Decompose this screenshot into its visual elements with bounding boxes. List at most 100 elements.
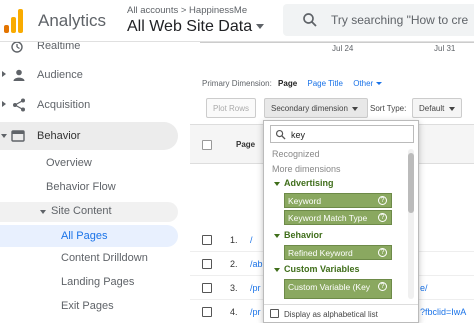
left-nav: Realtime Audience Acquisition Behavior O… (0, 42, 190, 323)
group-advertising[interactable]: Advertising (274, 178, 334, 188)
secondary-dimension-dropdown: Recognized More dimensions Advertising K… (263, 120, 419, 323)
nav-label: Site Content (51, 205, 112, 217)
dimension-search-field[interactable] (270, 125, 414, 143)
row-page-path[interactable]: /pr (250, 283, 261, 293)
nav-label: Content Drilldown (61, 252, 148, 264)
help-icon[interactable]: ? (378, 282, 387, 291)
dim-other-label: Other (353, 79, 374, 88)
clock-icon (11, 42, 23, 53)
sort-type-value: Default (419, 104, 445, 113)
collapse-arrow-icon (40, 210, 46, 214)
more-dimensions-label: More dimensions (272, 164, 341, 174)
dim-other[interactable]: Other (353, 79, 383, 88)
dropdown-scrollbar[interactable] (408, 149, 414, 299)
app-title: Analytics (38, 11, 107, 30)
row-checkbox[interactable] (202, 283, 212, 293)
secondary-dimension-button[interactable]: Secondary dimension (264, 98, 368, 118)
row-number: 4. (230, 307, 238, 317)
sort-type-select[interactable]: Default (412, 98, 462, 118)
nav-behavior[interactable]: Behavior (0, 122, 178, 150)
row-number: 3. (230, 283, 238, 293)
row-page-path[interactable]: /pr (250, 307, 261, 317)
nav-label: Behavior (37, 130, 81, 142)
nav-realtime[interactable]: Realtime (0, 42, 190, 54)
scrollbar-thumb[interactable] (408, 153, 414, 213)
nav-all-pages[interactable]: All Pages (0, 225, 178, 247)
nav-label: Behavior Flow (46, 181, 116, 193)
caret-down-icon (256, 24, 265, 30)
dimension-label: Refined Keyword (288, 248, 353, 258)
row-checkbox[interactable] (202, 307, 212, 317)
account-name: All Web Site Data (127, 18, 253, 35)
nav-acquisition[interactable]: Acquisition (0, 94, 190, 116)
nav-label: Realtime (37, 42, 81, 52)
group-custom-variables[interactable]: Custom Variables (274, 264, 360, 274)
nav-content-drilldown[interactable]: Content Drilldown (0, 251, 190, 267)
column-page[interactable]: Page (236, 140, 255, 149)
expand-arrow-icon (2, 71, 6, 77)
nav-site-content[interactable]: Site Content (0, 202, 178, 222)
sort-type-label: Sort Type: (370, 104, 407, 113)
analytics-logo-icon[interactable] (4, 7, 24, 33)
plot-rows-button[interactable]: Plot Rows (206, 98, 257, 118)
collapse-arrow-icon (1, 134, 7, 138)
nav-label: Overview (46, 157, 92, 169)
caret-down-icon (376, 82, 383, 86)
nav-landing-pages[interactable]: Landing Pages (0, 275, 190, 291)
accounts-breadcrumb[interactable]: All accounts > HappinessMe (127, 5, 247, 16)
help-icon[interactable]: ? (378, 213, 387, 222)
nav-label: Acquisition (37, 99, 91, 111)
nav-label: Landing Pages (61, 276, 135, 288)
date-axis-label: Jul 31 (434, 44, 456, 53)
primary-dimension-label: Primary Dimension: (202, 79, 272, 88)
search-icon (275, 129, 286, 140)
row-checkbox[interactable] (202, 259, 212, 269)
person-icon (13, 69, 25, 81)
chart-baseline (200, 42, 474, 43)
dimension-label: Keyword (288, 196, 322, 206)
caret-down-icon (449, 106, 456, 111)
dimension-label: Custom Variable (Key (288, 282, 371, 292)
dimension-custom-variable-key[interactable]: Custom Variable (Key ? (284, 279, 392, 299)
alphabetical-label: Display as alphabetical list (284, 310, 378, 319)
search-placeholder: Try searching "How to cre (331, 13, 469, 27)
help-icon[interactable]: ? (378, 196, 387, 205)
nav-label: All Pages (61, 230, 108, 242)
search-box[interactable]: Try searching "How to cre (283, 4, 474, 36)
search-icon (303, 13, 317, 27)
row-checkbox[interactable] (202, 235, 212, 245)
row-page-path[interactable]: /ab (250, 259, 263, 269)
row-number: 2. (230, 259, 238, 269)
dimension-search-input[interactable] (291, 128, 409, 141)
expand-arrow-icon (2, 101, 6, 107)
table-toolbar: Plot Rows Secondary dimension Sort Type:… (202, 98, 474, 120)
behavior-icon (11, 130, 25, 142)
nav-behavior-overview[interactable]: Overview (0, 156, 190, 172)
secondary-dimension-label: Secondary dimension (271, 104, 348, 113)
account-selector[interactable]: All Web Site Data (127, 18, 265, 36)
dimension-label: Keyword Match Type (288, 213, 368, 223)
group-behavior[interactable]: Behavior (274, 230, 323, 240)
dim-page[interactable]: Page (278, 79, 297, 88)
dimension-refined-keyword[interactable]: Refined Keyword ? (284, 245, 392, 260)
dim-page-title[interactable]: Page Title (307, 79, 343, 88)
nav-audience[interactable]: Audience (0, 64, 190, 86)
date-axis-label: Jul 24 (332, 44, 354, 53)
help-icon[interactable]: ? (378, 248, 387, 257)
row-page-path[interactable]: / (250, 235, 253, 245)
alphabetical-checkbox[interactable] (270, 309, 279, 318)
acquisition-icon (13, 98, 25, 112)
dimension-keyword[interactable]: Keyword ? (284, 193, 392, 208)
nav-label: Audience (37, 69, 83, 81)
recognized-section-label: Recognized (272, 149, 320, 159)
nav-behavior-flow[interactable]: Behavior Flow (0, 180, 190, 196)
row-number: 1. (230, 235, 238, 245)
select-all-checkbox[interactable] (202, 140, 212, 150)
nav-label: Exit Pages (61, 300, 114, 312)
dropdown-footer: Display as alphabetical list (264, 304, 418, 322)
row-page-path-tail[interactable]: e/ (420, 283, 428, 293)
primary-dimension-bar: Primary Dimension: Page Page Title Other (202, 79, 383, 88)
nav-exit-pages[interactable]: Exit Pages (0, 299, 190, 315)
dimension-keyword-match-type[interactable]: Keyword Match Type ? (284, 210, 392, 225)
row-page-path-tail[interactable]: ?fbclid=IwA (420, 307, 466, 317)
